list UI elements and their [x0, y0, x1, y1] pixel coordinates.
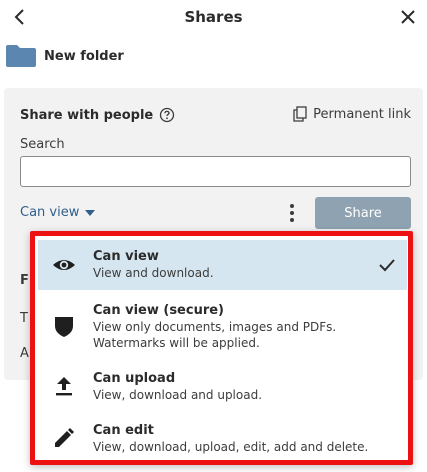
- folder-name: New folder: [44, 48, 124, 64]
- option-title: Can view (secure): [93, 303, 225, 318]
- option-text: Can view View and download.: [93, 249, 214, 281]
- permission-select-value: Can view: [20, 205, 80, 220]
- background-text-fragment: T: [20, 311, 28, 326]
- option-can-view-secure[interactable]: Can view (secure) View only documents, i…: [38, 294, 407, 352]
- option-description: View only documents, images and PDFs. Wa…: [93, 320, 337, 350]
- check-icon: [379, 259, 395, 272]
- option-description: View, download, upload, edit, add and de…: [93, 440, 369, 454]
- shield-icon: [55, 317, 73, 337]
- permanent-link-button[interactable]: Permanent link: [293, 106, 411, 122]
- option-can-view[interactable]: Can view View and download.: [38, 240, 407, 290]
- close-icon[interactable]: [397, 6, 419, 28]
- caret-down-icon: [85, 209, 96, 216]
- pencil-icon: [55, 428, 74, 447]
- search-input[interactable]: [20, 156, 411, 187]
- folder-icon: [6, 45, 36, 67]
- permission-select[interactable]: Can view: [20, 205, 96, 220]
- background-text-fragment: A: [20, 346, 29, 361]
- share-button[interactable]: Share: [315, 197, 411, 229]
- option-can-edit[interactable]: Can edit View, download, upload, edit, a…: [38, 414, 407, 460]
- permission-dropdown: Can view View and download. Can view (se…: [30, 231, 413, 465]
- folder-row: New folder: [6, 44, 124, 68]
- option-text: Can upload View, download and upload.: [93, 371, 262, 403]
- option-text: Can edit View, download, upload, edit, a…: [93, 423, 368, 455]
- share-with-people-label: Share with people: [20, 107, 154, 123]
- permanent-link-label: Permanent link: [313, 106, 411, 122]
- share-with-people-heading: Share with people: [20, 107, 175, 123]
- eye-icon: [53, 260, 75, 270]
- dialog-header: Shares: [0, 0, 427, 36]
- help-icon[interactable]: [159, 107, 175, 123]
- option-text: Can view (secure) View only documents, i…: [93, 303, 353, 351]
- background-text-fragment: F: [20, 273, 29, 288]
- option-title: Can edit: [93, 423, 154, 438]
- option-title: Can view: [93, 249, 159, 264]
- more-options-icon[interactable]: [284, 201, 300, 225]
- option-description: View, download and upload.: [93, 388, 263, 402]
- copy-icon: [293, 106, 307, 122]
- option-can-upload[interactable]: Can upload View, download and upload.: [38, 362, 407, 408]
- search-label: Search: [20, 137, 65, 152]
- upload-icon: [56, 377, 72, 396]
- dialog-title: Shares: [184, 8, 243, 26]
- option-title: Can upload: [93, 371, 176, 386]
- option-description: View and download.: [93, 266, 214, 280]
